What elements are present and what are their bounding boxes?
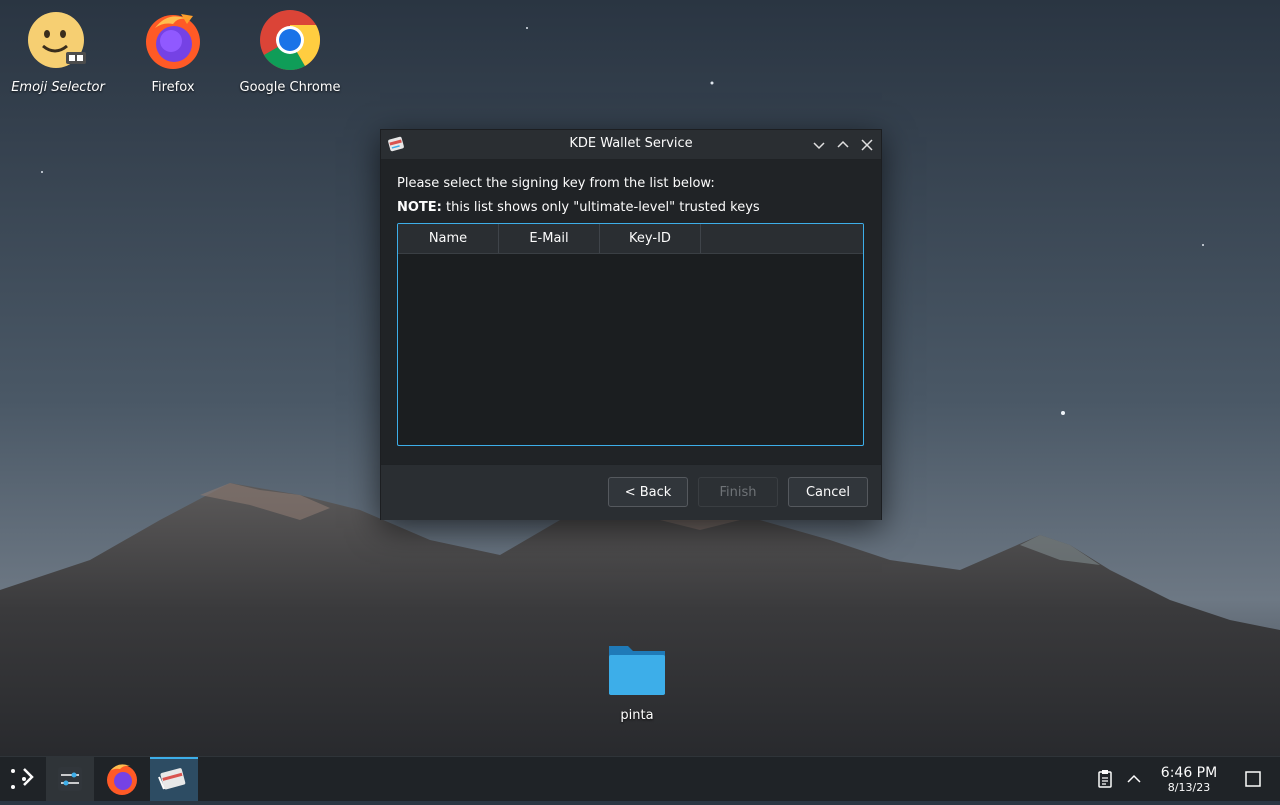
taskbar-kwallet[interactable] — [150, 757, 198, 801]
column-header-key-id[interactable]: Key-ID — [600, 224, 701, 253]
app-launcher-button[interactable] — [0, 757, 48, 801]
close-icon[interactable] — [857, 135, 877, 155]
desktop-icon-label: Firefox — [151, 80, 195, 95]
column-header-name[interactable]: Name — [398, 224, 499, 253]
show-desktop-icon[interactable] — [1244, 770, 1262, 788]
firefox-icon — [107, 764, 137, 795]
dialog-titlebar[interactable]: KDE Wallet Service — [381, 130, 881, 160]
app-launcher-icon — [11, 768, 34, 789]
cancel-button[interactable]: Cancel — [788, 477, 868, 507]
minimize-icon[interactable] — [809, 135, 829, 155]
desktop-icon-firefox[interactable]: Firefox — [118, 8, 228, 95]
kwallet-icon — [158, 768, 186, 790]
dialog-body: Please select the signing key from the l… — [381, 160, 881, 464]
note-prefix: NOTE: — [397, 200, 442, 215]
desktop-icon-label: Emoji Selector — [11, 80, 105, 95]
taskbar: 6:46 PM 8/13/23 — [0, 756, 1280, 801]
chevron-up-icon[interactable] — [1125, 770, 1143, 788]
key-list-header: Name E-Mail Key-ID — [398, 224, 863, 254]
firefox-icon — [146, 14, 200, 69]
desktop-folder-pinta[interactable]: pinta — [592, 640, 682, 723]
emoji-selector-icon — [28, 12, 86, 68]
taskbar-system-settings[interactable] — [46, 757, 94, 801]
folder-icon — [609, 646, 665, 695]
system-settings-icon — [58, 767, 82, 791]
taskbar-firefox[interactable] — [98, 757, 146, 801]
instruction-text: Please select the signing key from the l… — [397, 176, 715, 191]
note-text: NOTE: this list shows only "ultimate-lev… — [397, 200, 760, 215]
chrome-icon — [260, 10, 321, 71]
desktop-icon-label: Google Chrome — [239, 80, 341, 95]
signing-key-list[interactable]: Name E-Mail Key-ID — [397, 223, 864, 446]
desktop-icon-google-chrome[interactable]: Google Chrome — [235, 8, 345, 95]
column-header-email[interactable]: E-Mail — [499, 224, 600, 253]
back-button[interactable]: < Back — [608, 477, 688, 507]
clock-time[interactable]: 6:46 PM — [1150, 765, 1228, 781]
dialog-button-bar: < Back Finish Cancel — [381, 464, 881, 520]
folder-label: pinta — [620, 708, 654, 723]
note-body: this list shows only "ultimate-level" tr… — [441, 200, 760, 215]
dialog-title: KDE Wallet Service — [569, 136, 693, 151]
maximize-icon[interactable] — [833, 135, 853, 155]
clipboard-icon[interactable] — [1096, 769, 1114, 789]
clock-date[interactable]: 8/13/23 — [1150, 781, 1228, 794]
desktop-icon-emoji-selector[interactable]: Emoji Selector — [3, 8, 113, 95]
finish-button[interactable]: Finish — [698, 477, 778, 507]
kde-wallet-dialog: KDE Wallet Service Please select the sig… — [380, 129, 882, 520]
